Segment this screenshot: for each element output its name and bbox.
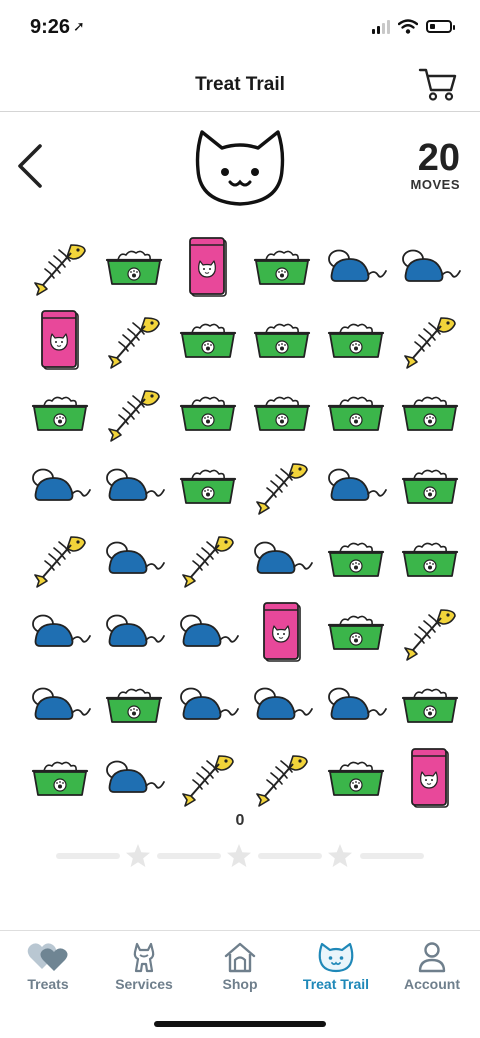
food-bowl-treat[interactable] xyxy=(23,741,97,814)
tab-services[interactable]: Services xyxy=(96,940,192,992)
star-icon xyxy=(328,844,352,867)
toy-mouse-treat[interactable] xyxy=(171,668,245,741)
signal-icon xyxy=(372,19,390,34)
toy-mouse-treat[interactable] xyxy=(23,668,97,741)
tab-label: Shop xyxy=(222,976,258,992)
food-bowl-treat[interactable] xyxy=(245,230,319,303)
fish-bone-treat[interactable] xyxy=(97,376,171,449)
toy-mouse-treat[interactable] xyxy=(319,449,393,522)
fish-bone-treat[interactable] xyxy=(97,303,171,376)
fish-bone-treat[interactable] xyxy=(23,230,97,303)
cat-face-icon xyxy=(318,942,354,973)
food-bag-treat[interactable] xyxy=(171,230,245,303)
moves-counter: 20 MOVES xyxy=(411,139,460,192)
toy-mouse-treat[interactable] xyxy=(245,668,319,741)
game-board xyxy=(23,230,467,814)
fish-bone-treat[interactable] xyxy=(171,741,245,814)
wifi-icon xyxy=(398,19,418,34)
nav-divider xyxy=(0,111,480,112)
location-arrow-icon: ➚ xyxy=(73,18,85,34)
tab-treat-trail[interactable]: Treat Trail xyxy=(288,940,384,992)
food-bowl-treat[interactable] xyxy=(319,595,393,668)
food-bowl-treat[interactable] xyxy=(171,376,245,449)
moves-value: 20 xyxy=(417,137,460,179)
chevron-left-icon[interactable] xyxy=(12,140,48,192)
food-bowl-treat[interactable] xyxy=(171,449,245,522)
progress-segment xyxy=(56,853,120,859)
food-bowl-treat[interactable] xyxy=(97,230,171,303)
fish-bone-treat[interactable] xyxy=(171,522,245,595)
toy-mouse-treat[interactable] xyxy=(97,595,171,668)
food-bowl-treat[interactable] xyxy=(319,741,393,814)
toy-mouse-treat[interactable] xyxy=(97,741,171,814)
moves-label: MOVES xyxy=(410,177,460,192)
progress-segment xyxy=(258,853,322,859)
food-bowl-treat[interactable] xyxy=(245,376,319,449)
star-icon xyxy=(126,844,150,867)
food-bag-treat[interactable] xyxy=(245,595,319,668)
food-bowl-treat[interactable] xyxy=(393,522,467,595)
tab-treats[interactable]: Treats xyxy=(0,940,96,992)
toy-mouse-treat[interactable] xyxy=(97,522,171,595)
food-bowl-treat[interactable] xyxy=(319,522,393,595)
food-bowl-treat[interactable] xyxy=(97,668,171,741)
toy-mouse-treat[interactable] xyxy=(319,668,393,741)
tab-label: Account xyxy=(404,976,460,992)
cat-face-icon xyxy=(195,130,285,206)
home-indicator[interactable] xyxy=(154,1021,326,1027)
tab-account[interactable]: Account xyxy=(384,940,480,992)
person-icon xyxy=(418,942,446,973)
toy-mouse-treat[interactable] xyxy=(245,522,319,595)
toy-mouse-treat[interactable] xyxy=(171,595,245,668)
fish-bone-treat[interactable] xyxy=(245,741,319,814)
food-bowl-treat[interactable] xyxy=(319,303,393,376)
hearts-icon xyxy=(27,943,68,971)
fish-bone-treat[interactable] xyxy=(23,522,97,595)
food-bowl-treat[interactable] xyxy=(393,449,467,522)
fish-bone-treat[interactable] xyxy=(393,595,467,668)
tab-label: Treat Trail xyxy=(302,976,370,992)
status-time: 9:26 ➚ xyxy=(30,16,85,38)
status-indicators xyxy=(372,19,455,34)
cart-icon[interactable] xyxy=(418,66,458,102)
tabbar-divider xyxy=(0,930,480,931)
progress-segment xyxy=(360,853,424,859)
fish-bone-treat[interactable] xyxy=(393,303,467,376)
food-bowl-treat[interactable] xyxy=(319,376,393,449)
tab-label: Services xyxy=(115,976,173,992)
tab-label: Treats xyxy=(27,976,69,992)
star-icon xyxy=(227,844,251,867)
food-bag-treat[interactable] xyxy=(23,303,97,376)
battery-icon xyxy=(426,20,455,33)
tab-shop[interactable]: Shop xyxy=(192,940,288,992)
page-title: Treat Trail xyxy=(195,74,285,95)
food-bowl-treat[interactable] xyxy=(171,303,245,376)
food-bowl-treat[interactable] xyxy=(393,668,467,741)
star-progress xyxy=(56,842,424,870)
score-value: 0 xyxy=(235,812,245,829)
toy-mouse-treat[interactable] xyxy=(97,449,171,522)
toy-mouse-treat[interactable] xyxy=(393,230,467,303)
toy-mouse-treat[interactable] xyxy=(23,449,97,522)
toy-mouse-treat[interactable] xyxy=(319,230,393,303)
food-bag-treat[interactable] xyxy=(393,741,467,814)
house-icon xyxy=(224,942,256,973)
progress-segment xyxy=(157,853,221,859)
food-bowl-treat[interactable] xyxy=(245,303,319,376)
groomed-pet-icon xyxy=(133,942,155,973)
toy-mouse-treat[interactable] xyxy=(23,595,97,668)
fish-bone-treat[interactable] xyxy=(245,449,319,522)
food-bowl-treat[interactable] xyxy=(393,376,467,449)
food-bowl-treat[interactable] xyxy=(23,376,97,449)
